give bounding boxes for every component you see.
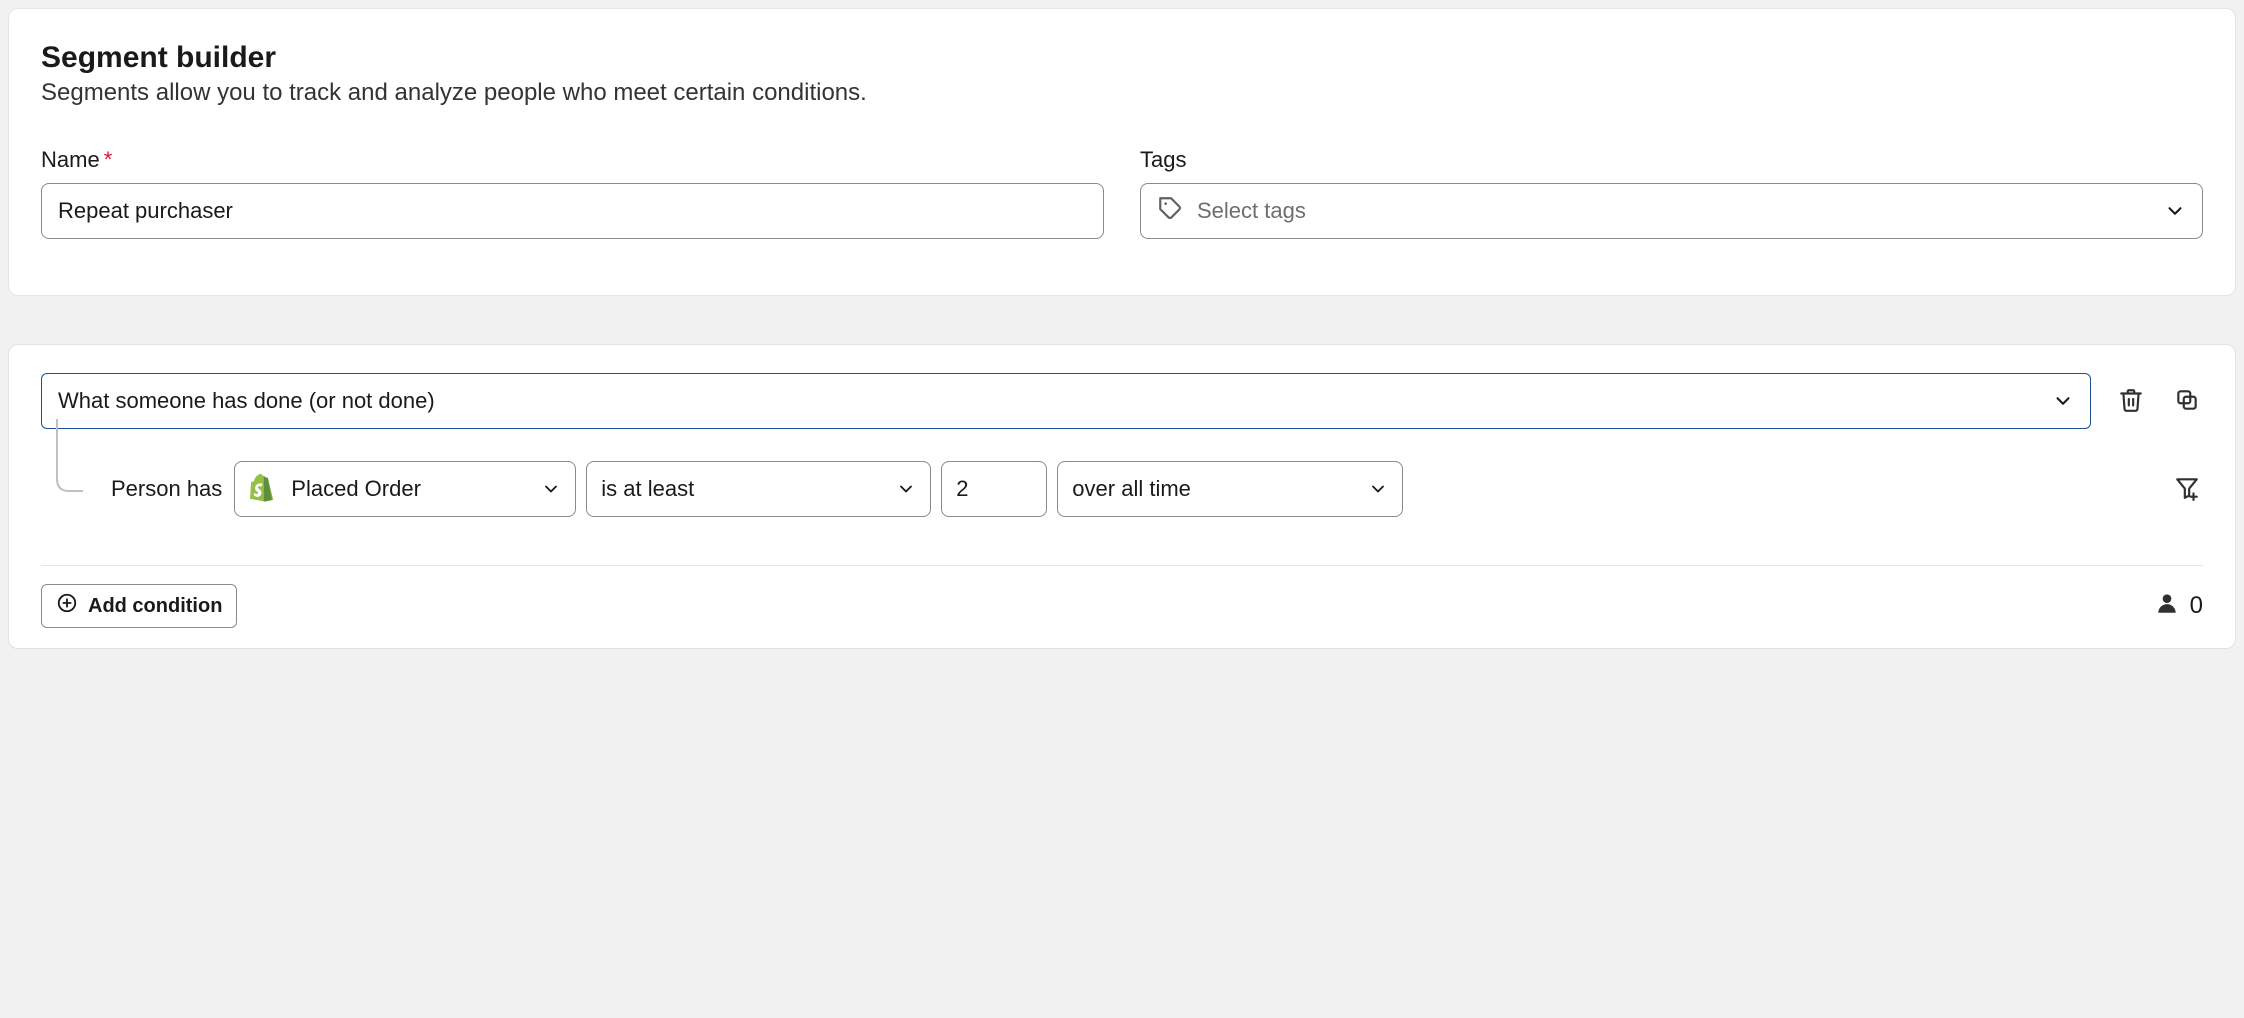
page-title: Segment builder: [41, 41, 2203, 75]
name-input[interactable]: [41, 183, 1104, 239]
add-filter-button[interactable]: [2171, 473, 2203, 505]
condition-type-label: What someone has done (or not done): [58, 388, 435, 414]
operator-select[interactable]: is at least: [586, 461, 931, 517]
required-asterisk: *: [104, 147, 113, 172]
plus-circle-icon: [56, 592, 78, 620]
condition-type-select[interactable]: What someone has done (or not done): [41, 373, 2091, 429]
chevron-down-icon: [2052, 390, 2074, 412]
tags-field-group: Tags Select tags: [1140, 147, 2203, 239]
name-label: Name*: [41, 147, 1104, 173]
duplicate-condition-button[interactable]: [2171, 385, 2203, 417]
copy-icon: [2174, 387, 2200, 416]
chevron-down-icon: [896, 479, 916, 499]
person-icon: [2154, 590, 2180, 623]
chevron-down-icon: [2164, 200, 2186, 222]
chevron-down-icon: [1368, 479, 1388, 499]
add-condition-button[interactable]: Add condition: [41, 584, 237, 628]
trash-icon: [2118, 387, 2144, 416]
segment-builder-header-card: Segment builder Segments allow you to tr…: [8, 8, 2236, 296]
add-condition-label: Add condition: [88, 595, 222, 618]
chevron-down-icon: [541, 479, 561, 499]
shopify-icon: [249, 474, 277, 504]
tags-select[interactable]: Select tags: [1140, 183, 2203, 239]
tags-label: Tags: [1140, 147, 2203, 173]
member-count: 0: [2154, 590, 2203, 623]
operator-label: is at least: [601, 476, 694, 502]
timeframe-select[interactable]: over all time: [1057, 461, 1403, 517]
count-input[interactable]: [941, 461, 1047, 517]
connector-line: [41, 419, 101, 489]
member-count-value: 0: [2190, 592, 2203, 620]
tag-icon: [1157, 195, 1183, 227]
condition-card: What someone has done (or not done): [8, 344, 2236, 649]
event-select[interactable]: Placed Order: [234, 461, 576, 517]
timeframe-label: over all time: [1072, 476, 1191, 502]
delete-condition-button[interactable]: [2115, 385, 2147, 417]
name-field-group: Name*: [41, 147, 1104, 239]
filter-plus-icon: [2174, 475, 2200, 504]
page-subtitle: Segments allow you to track and analyze …: [41, 79, 2203, 107]
tags-placeholder: Select tags: [1197, 198, 1306, 224]
event-label: Placed Order: [291, 476, 421, 502]
divider: [41, 565, 2203, 566]
condition-prefix: Person has: [111, 476, 222, 502]
